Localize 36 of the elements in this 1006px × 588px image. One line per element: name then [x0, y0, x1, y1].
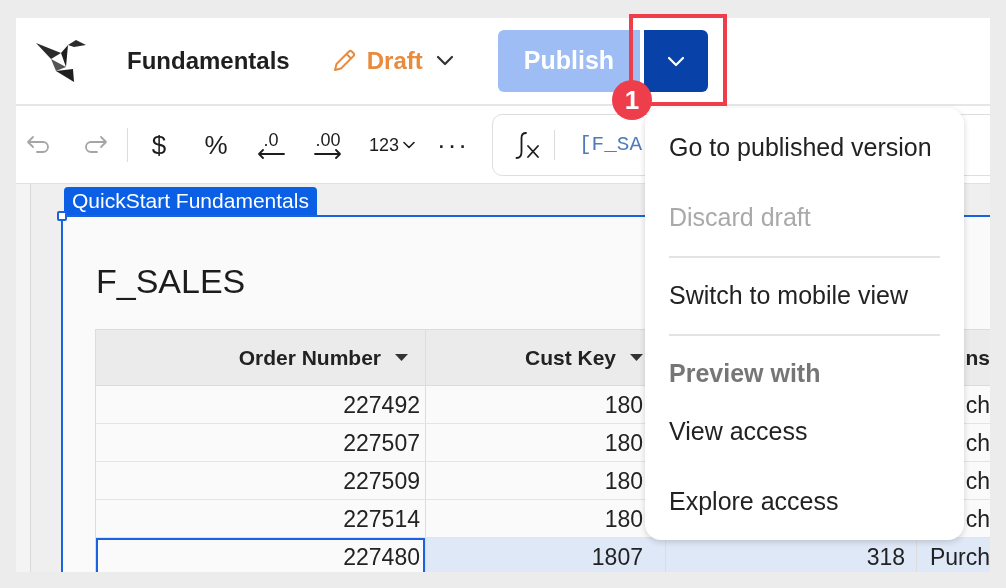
publish-options-button[interactable] — [644, 30, 708, 92]
formula-text: [F_SA — [579, 131, 642, 158]
workbook-title: Fundamentals — [127, 46, 290, 76]
table-cell-text: ch — [964, 504, 990, 534]
number-format-button[interactable]: 123 — [362, 122, 422, 167]
element-name-tab[interactable]: QuickStart Fundamentals — [64, 187, 317, 215]
column-title: Order Number — [238, 344, 381, 371]
table-cell: 227507 — [96, 424, 426, 461]
left-arrow-icon — [256, 148, 286, 159]
undo-icon — [26, 134, 52, 155]
table-cell-text: ch — [964, 428, 990, 458]
function-icon — [513, 129, 541, 160]
redo-icon — [82, 134, 108, 155]
logo-icon — [36, 40, 86, 82]
table-cell-text: ch — [964, 390, 990, 420]
right-arrow-icon — [313, 148, 343, 159]
table-cell-text: Purch — [928, 542, 990, 572]
table-cell: 227480 — [96, 538, 426, 572]
resize-handle[interactable] — [57, 211, 67, 221]
more-options-button[interactable]: ··· — [433, 122, 473, 167]
chevron-down-icon — [403, 140, 415, 149]
element-title: F_SALES — [96, 261, 246, 302]
percent-format-button[interactable]: % — [194, 122, 238, 167]
table-cell: 227514 — [96, 500, 426, 537]
increase-decimals-button[interactable]: .00 — [304, 122, 352, 167]
chevron-down-icon — [435, 55, 454, 67]
table-cell: 227492 — [96, 386, 426, 423]
column-title: ns — [965, 344, 990, 371]
table-row[interactable]: 227480 1807 318 Purch — [95, 538, 990, 572]
chevron-down-icon — [667, 55, 685, 67]
column-title: Cust Key — [524, 344, 616, 371]
table-cell: 227509 — [96, 462, 426, 499]
currency-format-button[interactable]: $ — [137, 122, 181, 167]
table-cell-text: ch — [964, 466, 990, 496]
decrease-decimals-button[interactable]: .0 — [249, 122, 293, 167]
menu-item[interactable]: Switch to mobile view — [645, 261, 964, 331]
